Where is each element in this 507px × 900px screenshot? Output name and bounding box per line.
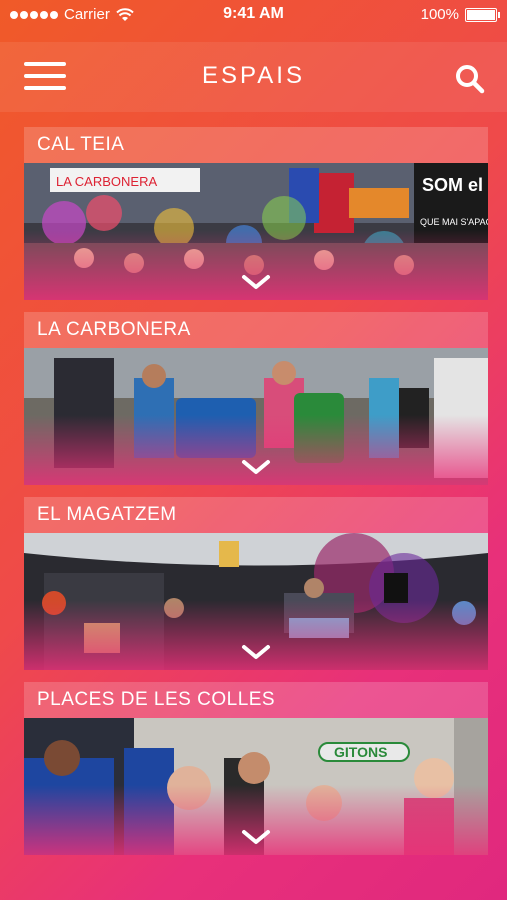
space-card-cal-teia[interactable]: CAL TEIA LA CARBONERA SOM el FOC QUE MAI…: [24, 127, 488, 300]
chevron-down-icon[interactable]: [241, 459, 271, 475]
chevron-down-icon[interactable]: [241, 274, 271, 290]
battery-label: 100%: [420, 6, 459, 23]
spaces-list: CAL TEIA LA CARBONERA SOM el FOC QUE MAI…: [24, 127, 488, 867]
battery-icon: [465, 7, 500, 22]
space-photo: GITONS: [24, 718, 488, 855]
chevron-down-icon[interactable]: [241, 644, 271, 660]
chevron-down-icon[interactable]: [241, 829, 271, 845]
space-photo: [24, 533, 488, 670]
space-card-la-carbonera[interactable]: LA CARBONERA: [24, 312, 488, 485]
space-photo: LA CARBONERA SOM el FOC QUE MAI S'APAGA: [24, 163, 488, 300]
space-card-places-de-les-colles[interactable]: PLACES DE LES COLLES GITONS: [24, 682, 488, 855]
svg-text:GITONS: GITONS: [334, 744, 387, 760]
svg-text:QUE MAI S'APAGA: QUE MAI S'APAGA: [420, 217, 488, 227]
battery-indicator: 100%: [420, 6, 500, 23]
nav-bar: ESPAIS: [0, 42, 507, 112]
space-title: LA CARBONERA: [24, 312, 488, 348]
search-icon[interactable]: [455, 64, 485, 94]
svg-text:SOM el FOC: SOM el FOC: [422, 175, 488, 195]
page-title: ESPAIS: [202, 62, 305, 89]
status-bar: Carrier 9:41 AM 100%: [0, 0, 507, 30]
svg-text:LA CARBONERA: LA CARBONERA: [56, 174, 157, 189]
space-photo: [24, 348, 488, 485]
space-card-el-magatzem[interactable]: EL MAGATZEM: [24, 497, 488, 670]
space-title: PLACES DE LES COLLES: [24, 682, 488, 718]
space-title: EL MAGATZEM: [24, 497, 488, 533]
space-title: CAL TEIA: [24, 127, 488, 163]
